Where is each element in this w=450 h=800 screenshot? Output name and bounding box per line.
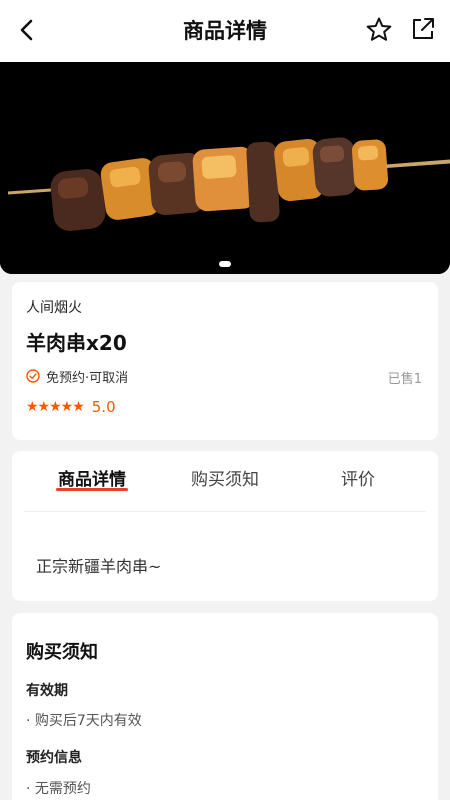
booking-tag: 免预约·可取消 (26, 367, 129, 386)
sold-count: 已售1 (387, 372, 422, 387)
rating: ★★★★★ 5.0 (26, 398, 116, 416)
tab-bar: 商品详情 购买须知 评价 (12, 451, 438, 511)
validity-label: 有效期 (26, 683, 68, 699)
product-description: 正宗新疆羊肉串~ (36, 557, 162, 576)
tab-product-detail[interactable]: 商品详情 (32, 465, 152, 490)
validity-item: · 购买后7天内有效 (26, 713, 142, 729)
booking-info-label: 预约信息 (26, 750, 82, 766)
shop-name[interactable]: 人间烟火 (26, 297, 82, 317)
top-nav-bar: 商品详情 (0, 0, 450, 62)
product-image-carousel[interactable] (0, 62, 450, 274)
booking-tag-label: 免预约·可取消 (46, 370, 129, 386)
notice-title: 购买须知 (26, 642, 98, 663)
star-outline-icon[interactable] (365, 16, 393, 44)
divider (24, 511, 426, 512)
share-icon[interactable] (410, 16, 436, 42)
check-circle-icon (26, 369, 40, 383)
booking-info-item: · 无需预约 (26, 781, 91, 797)
tab-reviews[interactable]: 评价 (298, 465, 418, 490)
carousel-page-indicator (219, 261, 231, 267)
tab-purchase-notice[interactable]: 购买须知 (165, 465, 285, 490)
active-tab-indicator (56, 488, 128, 491)
rating-score: 5.0 (91, 398, 116, 416)
rating-stars: ★★★★★ (26, 399, 85, 415)
product-info-card: 人间烟火 羊肉串x20 免预约·可取消 已售1 ★★★★★ 5.0 (12, 282, 438, 440)
product-name: 羊肉串x20 (26, 331, 127, 355)
lamb-skewer-photo (0, 62, 450, 274)
purchase-notice-card: 购买须知 有效期 · 购买后7天内有效 预约信息 · 无需预约 (12, 613, 438, 800)
detail-tabs-card: 商品详情 购买须知 评价 正宗新疆羊肉串~ (12, 451, 438, 601)
